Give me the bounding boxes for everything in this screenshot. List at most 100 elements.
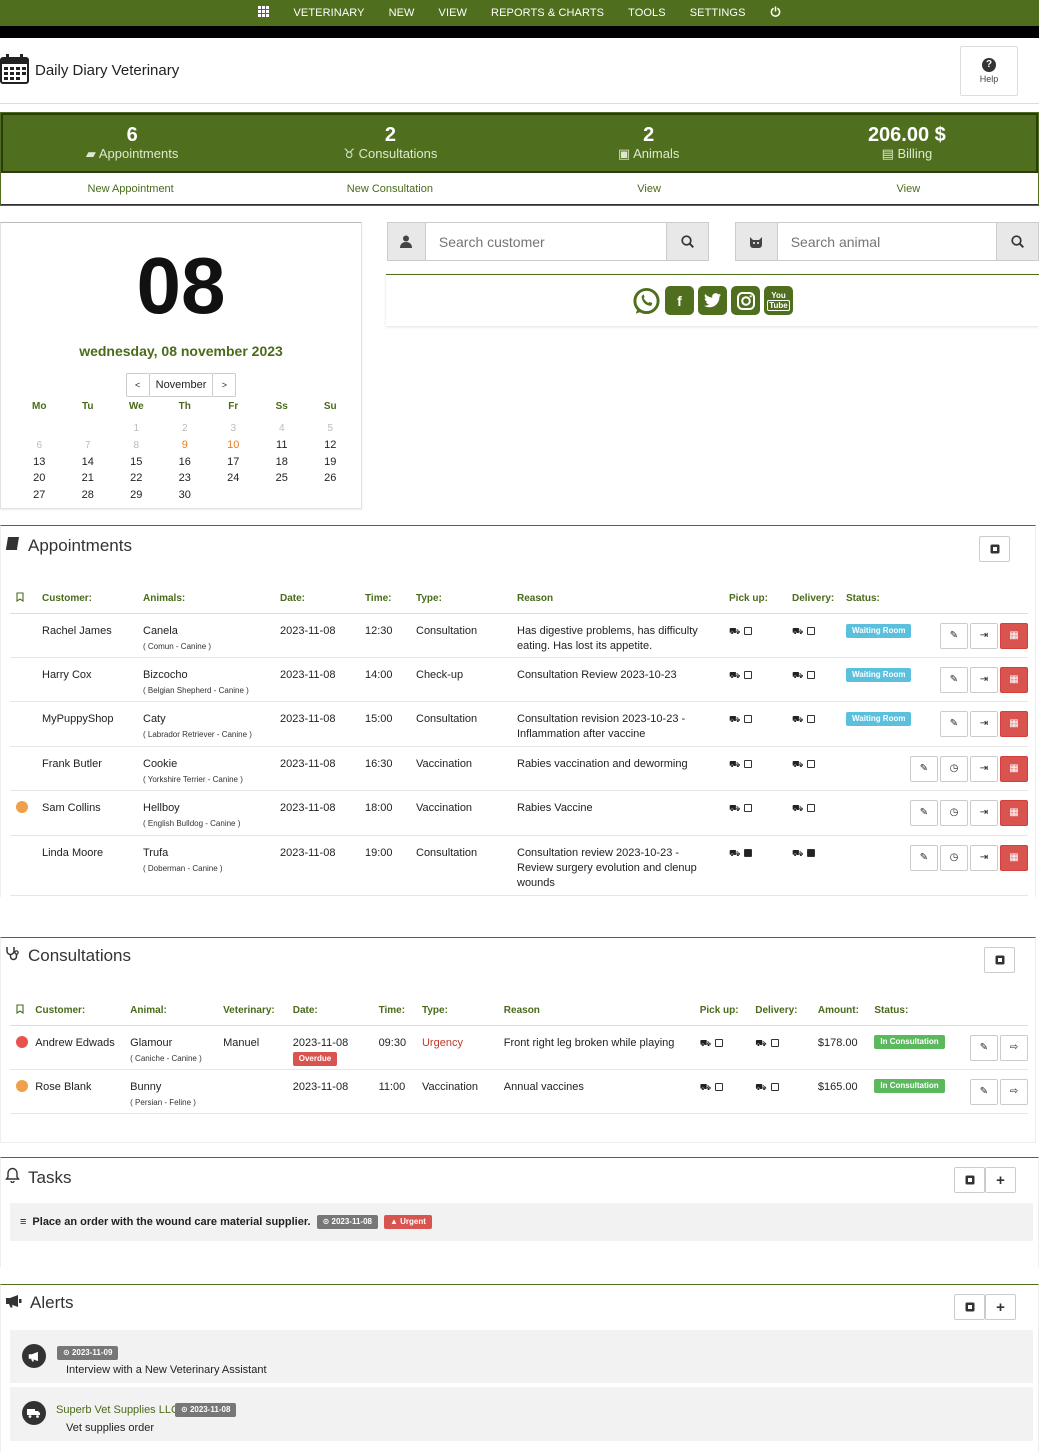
pickup-checkbox[interactable] bbox=[744, 848, 753, 857]
check-in-button[interactable]: ⇥ bbox=[970, 755, 998, 782]
cancel-appointment-button[interactable]: ▦ bbox=[1000, 666, 1028, 693]
edit-button[interactable]: ✎ bbox=[910, 844, 938, 871]
search-animal-button[interactable] bbox=[996, 223, 1038, 260]
tasks-expand-button[interactable] bbox=[954, 1167, 985, 1193]
animal-cell[interactable]: Trufa ( Doberman - Canine ) bbox=[143, 835, 280, 896]
alert-item[interactable]: Superb Vet Supplies LLC ⊙ 2023-11-08 Vet… bbox=[10, 1387, 1033, 1441]
check-in-button[interactable]: ⇥ bbox=[970, 710, 998, 737]
check-in-button[interactable]: ⇥ bbox=[970, 666, 998, 693]
search-animal-input[interactable] bbox=[777, 223, 997, 260]
pickup-checkbox[interactable] bbox=[744, 626, 753, 635]
customer-cell[interactable]: Sam Collins bbox=[42, 790, 143, 836]
delivery-checkbox[interactable] bbox=[807, 714, 816, 723]
twitter-icon[interactable] bbox=[698, 286, 727, 315]
calendar-day[interactable]: 28 bbox=[64, 489, 113, 501]
customer-cell[interactable]: MyPuppyShop bbox=[42, 701, 143, 747]
column-header[interactable]: Delivery: bbox=[792, 585, 846, 614]
column-header[interactable]: Time: bbox=[378, 997, 422, 1026]
nav-new[interactable]: NEW bbox=[377, 7, 427, 19]
animal-cell[interactable]: Canela ( Comun - Canine ) bbox=[143, 613, 280, 658]
nav-veterinary[interactable]: VETERINARY bbox=[281, 7, 376, 19]
calendar-day[interactable]: 14 bbox=[64, 456, 113, 468]
column-header[interactable]: Status: bbox=[874, 997, 1028, 1026]
next-month-button[interactable]: > bbox=[212, 373, 237, 397]
delivery-checkbox[interactable] bbox=[770, 1082, 779, 1091]
calendar-day[interactable]: 11 bbox=[258, 439, 307, 451]
calendar-day[interactable]: 6 bbox=[15, 440, 64, 451]
cancel-appointment-button[interactable]: ▦ bbox=[1000, 710, 1028, 737]
delivery-checkbox[interactable] bbox=[807, 626, 816, 635]
search-customer-input[interactable] bbox=[425, 223, 667, 260]
delivery-checkbox[interactable] bbox=[807, 759, 816, 768]
delivery-checkbox[interactable] bbox=[770, 1038, 779, 1047]
calendar-day[interactable]: 8 bbox=[112, 440, 161, 451]
animal-cell[interactable]: Glamour ( Caniche - Canine ) bbox=[130, 1025, 224, 1070]
edit-button[interactable]: ✎ bbox=[940, 710, 968, 737]
column-header[interactable]: Status: bbox=[846, 585, 1028, 614]
stat-animals[interactable]: 2 ▣ Animals bbox=[520, 115, 778, 171]
open-button[interactable]: ⇨ bbox=[1000, 1078, 1028, 1105]
delivery-checkbox[interactable] bbox=[807, 803, 816, 812]
pickup-checkbox[interactable] bbox=[715, 1082, 724, 1091]
calendar-day[interactable]: 19 bbox=[306, 456, 355, 468]
delivery-checkbox[interactable] bbox=[807, 670, 816, 679]
calendar-day[interactable]: 2 bbox=[161, 423, 210, 434]
calendar-day[interactable]: 1 bbox=[112, 423, 161, 434]
help-button[interactable]: ? Help bbox=[960, 45, 1018, 96]
cancel-appointment-button[interactable]: ▦ bbox=[1000, 622, 1028, 649]
column-header[interactable]: Amount: bbox=[817, 997, 875, 1026]
column-header[interactable]: Animal: bbox=[130, 997, 224, 1026]
facebook-icon[interactable]: f bbox=[665, 286, 694, 315]
edit-button[interactable]: ✎ bbox=[970, 1078, 998, 1105]
waiting-room-button[interactable]: ◷ bbox=[940, 844, 968, 871]
waiting-room-button[interactable]: ◷ bbox=[940, 799, 968, 826]
calendar-day[interactable]: 27 bbox=[15, 489, 64, 501]
pickup-checkbox[interactable] bbox=[715, 1038, 724, 1047]
alert-sender-link[interactable]: Superb Vet Supplies LLC bbox=[56, 1404, 179, 1416]
view-animals-link[interactable]: View bbox=[520, 173, 779, 204]
column-header[interactable]: Pick up: bbox=[729, 585, 792, 614]
cancel-appointment-button[interactable]: ▦ bbox=[1000, 799, 1028, 826]
calendar-day[interactable]: 3 bbox=[209, 423, 258, 434]
view-billing-link[interactable]: View bbox=[779, 173, 1038, 204]
delivery-checkbox[interactable] bbox=[807, 848, 816, 857]
search-customer-button[interactable] bbox=[666, 223, 708, 260]
calendar-day[interactable]: 10 bbox=[209, 439, 258, 451]
nav-settings[interactable]: SETTINGS bbox=[678, 7, 758, 19]
calendar-day[interactable]: 26 bbox=[306, 472, 355, 484]
calendar-day[interactable]: 23 bbox=[161, 472, 210, 484]
edit-button[interactable]: ✎ bbox=[910, 755, 938, 782]
customer-cell[interactable]: Harry Cox bbox=[42, 657, 143, 702]
calendar-day[interactable]: 29 bbox=[112, 489, 161, 501]
nav-view[interactable]: VIEW bbox=[427, 7, 480, 19]
column-header[interactable]: Time: bbox=[365, 585, 416, 614]
calendar-day[interactable]: 18 bbox=[258, 456, 307, 468]
cancel-appointment-button[interactable]: ▦ bbox=[1000, 844, 1028, 871]
column-header[interactable]: Date: bbox=[292, 997, 379, 1026]
alerts-expand-button[interactable] bbox=[954, 1294, 985, 1320]
calendar-day[interactable]: 15 bbox=[112, 456, 161, 468]
column-header[interactable]: Pick up: bbox=[699, 997, 756, 1026]
edit-button[interactable]: ✎ bbox=[940, 666, 968, 693]
column-header[interactable]: Type: bbox=[421, 997, 504, 1026]
column-header[interactable]: Reason bbox=[517, 585, 729, 614]
calendar-day[interactable]: 22 bbox=[112, 472, 161, 484]
calendar-day[interactable]: 21 bbox=[64, 472, 113, 484]
calendar-day[interactable]: 30 bbox=[161, 489, 210, 501]
calendar-day[interactable]: 7 bbox=[64, 440, 113, 451]
check-in-button[interactable]: ⇥ bbox=[970, 799, 998, 826]
edit-button[interactable]: ✎ bbox=[940, 622, 968, 649]
edit-button[interactable]: ✎ bbox=[910, 799, 938, 826]
prev-month-button[interactable]: < bbox=[125, 373, 150, 397]
calendar-day[interactable]: 13 bbox=[15, 456, 64, 468]
calendar-day[interactable]: 20 bbox=[15, 472, 64, 484]
column-header[interactable]: Veterinary: bbox=[223, 997, 293, 1026]
check-in-button[interactable]: ⇥ bbox=[970, 844, 998, 871]
animal-cell[interactable]: Hellboy ( English Bulldog - Canine ) bbox=[143, 790, 280, 836]
calendar-day[interactable]: 25 bbox=[258, 472, 307, 484]
apps-grid-icon[interactable] bbox=[246, 6, 281, 20]
nav-reports-charts[interactable]: REPORTS & CHARTS bbox=[479, 7, 616, 19]
check-in-button[interactable]: ⇥ bbox=[970, 622, 998, 649]
pickup-checkbox[interactable] bbox=[744, 714, 753, 723]
open-button[interactable]: ⇨ bbox=[1000, 1034, 1028, 1061]
